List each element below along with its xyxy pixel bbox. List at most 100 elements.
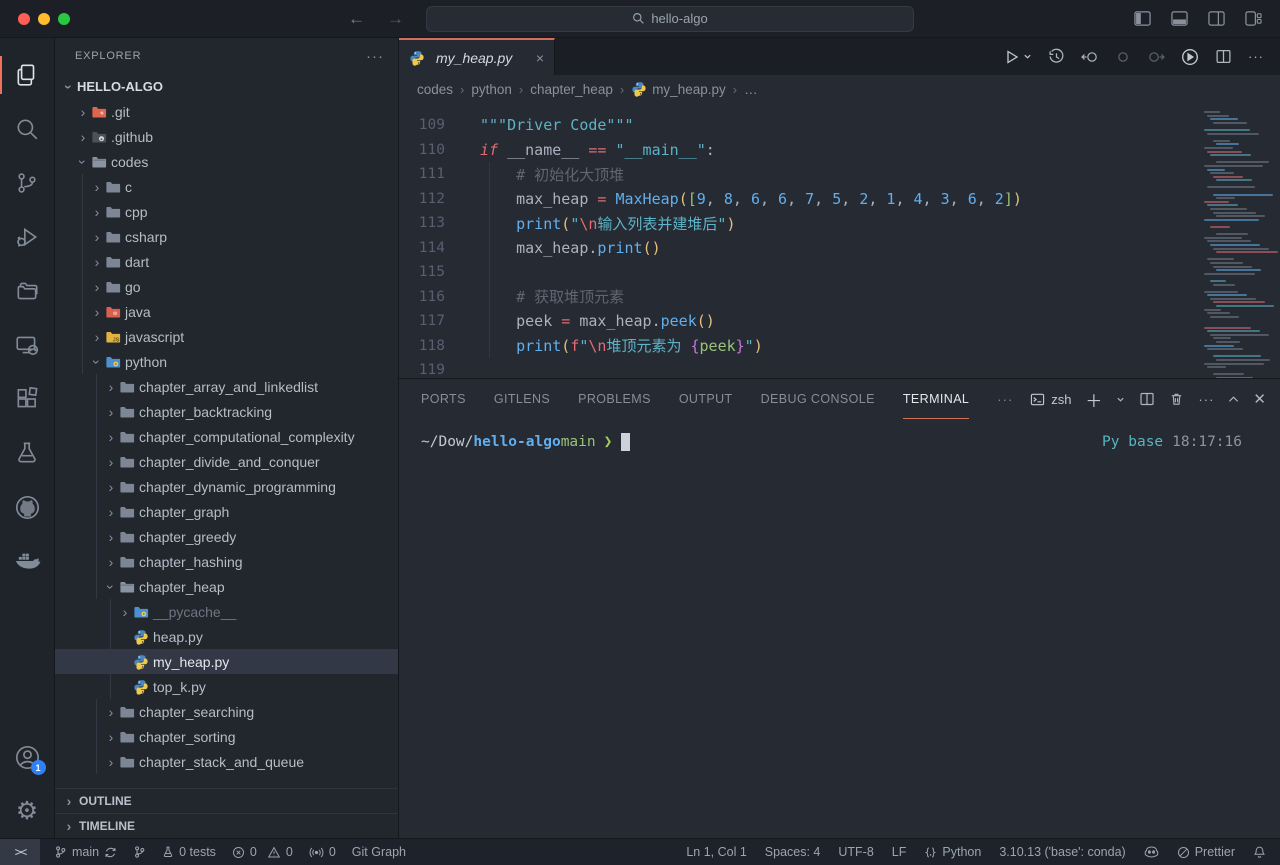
remote-explorer-icon[interactable] (0, 318, 55, 372)
code-line-116[interactable]: 116 # 获取堆顶元素 (399, 285, 1280, 310)
tree-item-cpp[interactable]: ›cpp (55, 199, 398, 224)
minimize-window-button[interactable] (38, 13, 50, 25)
run-python-file-button[interactable] (1004, 49, 1032, 65)
encoding-indicator[interactable]: UTF-8 (838, 845, 873, 859)
toggle-panel-icon[interactable] (1171, 10, 1188, 27)
eol-indicator[interactable]: LF (892, 845, 907, 859)
run-dropdown-icon[interactable] (1023, 52, 1032, 61)
tab-my-heap[interactable]: my_heap.py × (399, 38, 555, 75)
panel-tab-terminal[interactable]: TERMINAL (903, 379, 969, 419)
tree-item-my-heap-py[interactable]: my_heap.py (55, 649, 398, 674)
branch-indicator[interactable]: main (54, 845, 117, 859)
tree-item-chapter-computational-complexity[interactable]: ›chapter_computational_complexity (55, 424, 398, 449)
notifications-bell[interactable] (1253, 845, 1266, 859)
code-line-110[interactable]: 110if __name__ == "__main__": (399, 138, 1280, 163)
tree-item-python[interactable]: ›python (55, 349, 398, 374)
project-folders-icon[interactable] (0, 264, 55, 318)
chevron-right-icon[interactable]: › (103, 754, 119, 770)
git-graph-button[interactable]: Git Graph (352, 845, 406, 859)
outline-section[interactable]: ›OUTLINE (55, 788, 398, 813)
explorer-icon[interactable] (0, 48, 55, 102)
close-window-button[interactable] (18, 13, 30, 25)
cursor-position[interactable]: Ln 1, Col 1 (686, 845, 746, 859)
panel-tab-problems[interactable]: PROBLEMS (578, 379, 651, 419)
tree-item-dart[interactable]: ›dart (55, 249, 398, 274)
extensions-icon[interactable] (0, 372, 55, 426)
tree-root-hello-algo[interactable]: ›HELLO-ALGO (55, 74, 398, 99)
code-line-115[interactable]: 115 (399, 260, 1280, 285)
navigate-back-icon[interactable]: ← (348, 9, 365, 29)
file-history-icon[interactable] (1048, 48, 1065, 65)
tree-item-chapter-hashing[interactable]: ›chapter_hashing (55, 549, 398, 574)
timeline-section[interactable]: ›TIMELINE (55, 813, 398, 838)
tree-item-go[interactable]: ›go (55, 274, 398, 299)
testing-icon[interactable] (0, 426, 55, 480)
panel-tab-output[interactable]: OUTPUT (679, 379, 733, 419)
maximize-window-button[interactable] (58, 13, 70, 25)
chevron-right-icon[interactable]: › (103, 429, 119, 445)
panel-tab-debug-console[interactable]: DEBUG CONSOLE (761, 379, 875, 419)
tree-item-javascript[interactable]: ›JSjavascript (55, 324, 398, 349)
panel-tab-gitlens[interactable]: GITLENS (494, 379, 550, 419)
customize-layout-icon[interactable] (1245, 10, 1262, 27)
code-editor[interactable]: 109"""Driver Code"""110if __name__ == "_… (399, 103, 1280, 378)
command-center-search[interactable]: hello-algo (426, 6, 914, 32)
search-icon[interactable] (0, 102, 55, 156)
minimap[interactable] (1194, 103, 1272, 378)
tree-item--github[interactable]: ›.github (55, 124, 398, 149)
navigate-forward-icon[interactable]: → (387, 9, 404, 29)
tree-item-chapter-array-and-linkedlist[interactable]: ›chapter_array_and_linkedlist (55, 374, 398, 399)
chevron-right-icon[interactable]: › (89, 279, 105, 295)
code-line-112[interactable]: 112 max_heap = MaxHeap([9, 8, 6, 6, 7, 5… (399, 187, 1280, 212)
accounts-icon[interactable]: 1 (0, 730, 55, 784)
close-tab-icon[interactable]: × (536, 50, 544, 66)
breadcrumb-item[interactable]: chapter_heap (530, 82, 613, 97)
tree-item-chapter-stack-and-queue[interactable]: ›chapter_stack_and_queue (55, 749, 398, 774)
chevron-right-icon[interactable]: › (89, 329, 105, 345)
chevron-right-icon[interactable]: › (103, 704, 119, 720)
panel-tabs-more-icon[interactable]: ··· (997, 392, 1013, 407)
chevron-right-icon[interactable]: › (103, 729, 119, 745)
run-or-debug-icon[interactable] (1181, 48, 1199, 66)
source-control-icon[interactable] (0, 156, 55, 210)
goto-next-change-icon[interactable] (1147, 49, 1165, 65)
copilot-indicator[interactable] (1144, 845, 1159, 859)
breadcrumb-item[interactable]: python (471, 82, 512, 97)
split-terminal-icon[interactable] (1139, 391, 1155, 407)
tree-item-chapter-divide-and-conquer[interactable]: ›chapter_divide_and_conquer (55, 449, 398, 474)
chevron-right-icon[interactable]: › (89, 179, 105, 195)
breadcrumb-item[interactable]: codes (417, 82, 453, 97)
language-mode[interactable]: Python (924, 845, 981, 859)
chevron-right-icon[interactable]: › (89, 229, 105, 245)
chevron-right-icon[interactable]: › (103, 504, 119, 520)
tree-item-heap-py[interactable]: heap.py (55, 624, 398, 649)
code-line-119[interactable]: 119 (399, 358, 1280, 378)
docker-icon[interactable] (0, 534, 55, 588)
toggle-secondary-sidebar-icon[interactable] (1208, 10, 1225, 27)
split-editor-icon[interactable] (1215, 48, 1232, 65)
chevron-right-icon[interactable]: › (103, 379, 119, 395)
editor-more-actions-icon[interactable]: ··· (1248, 49, 1264, 64)
run-and-debug-icon[interactable] (0, 210, 55, 264)
chevron-right-icon[interactable]: › (75, 129, 91, 145)
code-line-109[interactable]: 109"""Driver Code""" (399, 113, 1280, 138)
github-icon[interactable] (0, 480, 55, 534)
terminal-area[interactable]: ~/Dow/hello-algo main❯ Py base 18:17:16 (399, 419, 1280, 838)
chevron-down-icon[interactable]: › (75, 154, 91, 170)
settings-gear-icon[interactable]: ⚙ (0, 784, 55, 838)
tree-item-chapter-graph[interactable]: ›chapter_graph (55, 499, 398, 524)
maximize-panel-icon[interactable] (1228, 395, 1239, 403)
gitlens-indicator[interactable] (133, 845, 146, 859)
code-line-118[interactable]: 118 print(f"\n堆顶元素为 {peek}") (399, 334, 1280, 359)
remote-indicator[interactable]: >< (0, 839, 40, 865)
tree-item-chapter-dynamic-programming[interactable]: ›chapter_dynamic_programming (55, 474, 398, 499)
tree-item-java[interactable]: ›java (55, 299, 398, 324)
panel-more-actions-icon[interactable]: ··· (1198, 392, 1214, 407)
chevron-right-icon[interactable]: › (89, 254, 105, 270)
chevron-right-icon[interactable]: › (89, 304, 105, 320)
chevron-right-icon[interactable]: › (103, 404, 119, 420)
tree-item-chapter-heap[interactable]: ›chapter_heap (55, 574, 398, 599)
chevron-right-icon[interactable]: › (103, 479, 119, 495)
tree-item-chapter-searching[interactable]: ›chapter_searching (55, 699, 398, 724)
kill-terminal-icon[interactable] (1169, 391, 1184, 407)
